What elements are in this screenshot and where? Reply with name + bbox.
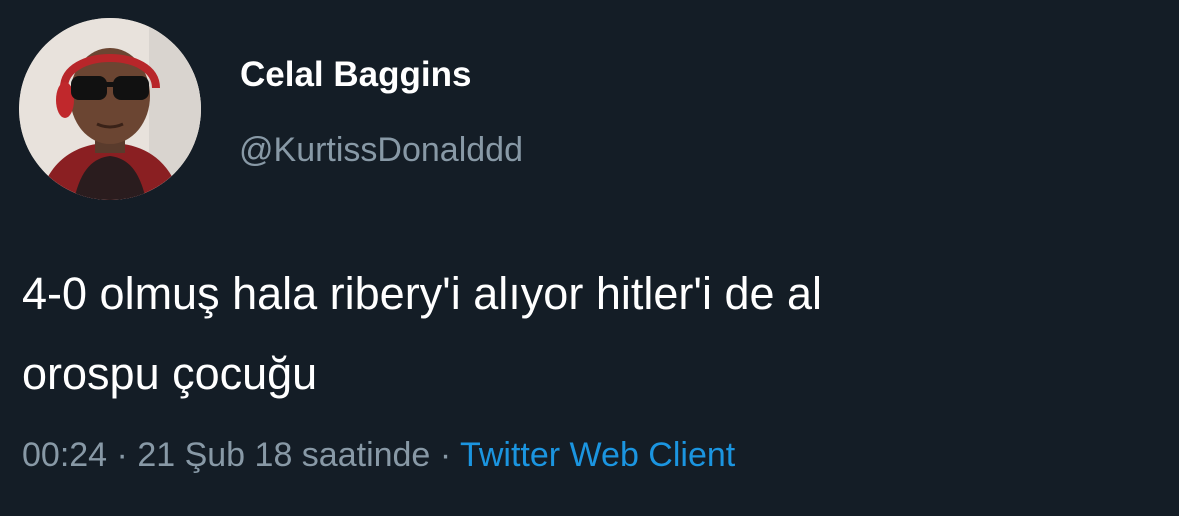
tweet-source-link[interactable]: Twitter Web Client [460,436,735,474]
tweet-meta: 00:24 · 21 Şub 18 saatinde · Twitter Web… [22,436,735,475]
tweet-text-line-2: orospu çocuğu [22,348,318,399]
meta-separator: · [439,436,452,474]
avatar-image [19,18,201,200]
tweet-text-line-1: 4-0 olmuş hala ribery'i alıyor hitler'i … [22,268,823,319]
tweet-text: 4-0 olmuş hala ribery'i alıyor hitler'i … [22,254,1172,414]
avatar[interactable] [19,18,201,200]
meta-separator: · [116,436,128,474]
tweet-date[interactable]: 21 Şub 18 saatinde [137,436,430,474]
display-name[interactable]: Celal Baggins [240,55,471,95]
tweet-time[interactable]: 00:24 [22,436,107,474]
tweet-card: Celal Baggins @KurtissDonalddd 4-0 olmuş… [0,0,1179,516]
user-handle[interactable]: @KurtissDonalddd [239,131,523,170]
